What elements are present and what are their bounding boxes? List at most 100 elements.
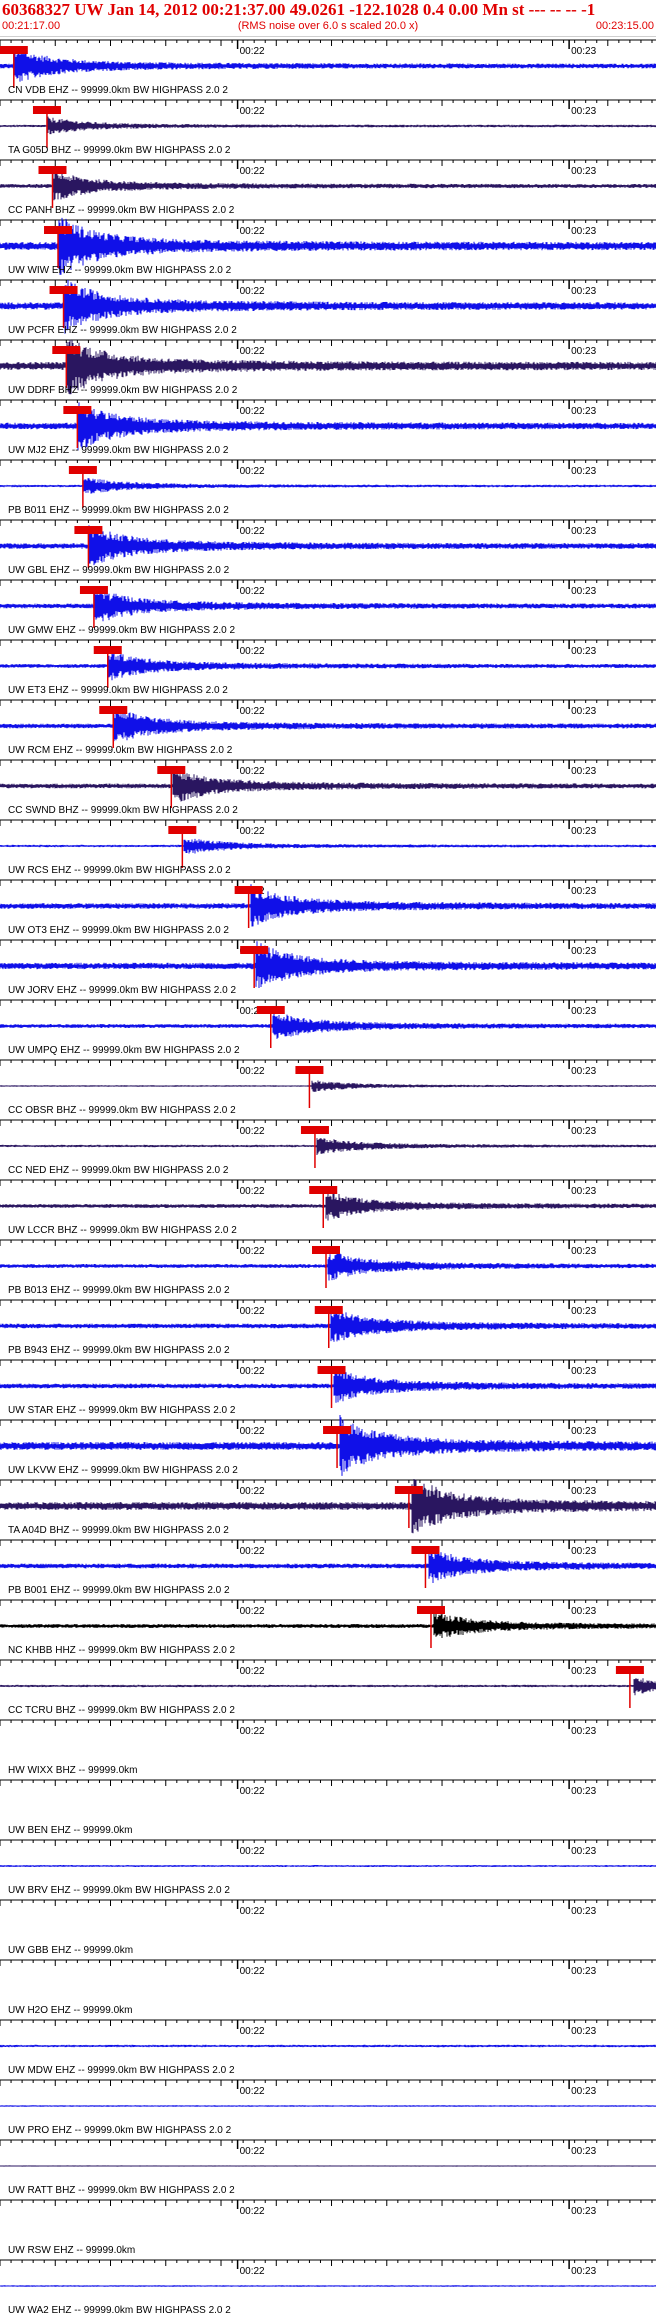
- trace-row: 00:22 00:23 UW MDW EHZ -- 99999.0km BW HIG…: [0, 2019, 656, 2076]
- pick-flag: [32, 106, 61, 114]
- trace-row: 00:22 00:23 UW RATT BHZ -- 99999.0km BW HI…: [0, 2139, 656, 2196]
- waveform: [0, 48, 656, 82]
- trace-row: 00:22 00:23 UW WA2 EHZ -- 99999.0km BW HIG…: [0, 2259, 656, 2316]
- station-label: UW UMPQ EHZ -- 99999.0km BW HIGHPASS 2.0…: [8, 1045, 240, 1056]
- minute-label: 00:22: [240, 2086, 265, 2097]
- trace-row: 00:22 00:23 UW DDRF BHZ -- 99999.0km BW HI…: [0, 339, 656, 396]
- trace-row: 00:22 00:23 UW RCS EHZ -- 99999.0km BW HIG…: [0, 819, 656, 876]
- trace-row: 00:22 00:23 UW GBB EHZ -- 99999.0km: [0, 1899, 656, 1956]
- minute-label: 00:22: [240, 1906, 265, 1917]
- waveform: [0, 116, 656, 135]
- trace-row: 00:22 00:23 UW WIW EHZ -- 99999.0km BW HIG…: [0, 217, 656, 276]
- pick-flag: [0, 46, 28, 54]
- minute-label: 00:22: [240, 406, 265, 417]
- trace-row: 00:22 00:23 UW PRO EHZ -- 99999.0km BW HIG…: [0, 2079, 656, 2136]
- waveform: [0, 767, 656, 802]
- minute-label: 00:23: [571, 226, 596, 237]
- station-label: PB B013 EHZ -- 99999.0km BW HIGHPASS 2.0…: [8, 1285, 230, 1296]
- minute-label: 00:23: [571, 1006, 596, 1017]
- minute-label: 00:23: [571, 766, 596, 777]
- minute-label: 00:22: [240, 1786, 265, 1797]
- pick-flag: [309, 1186, 338, 1194]
- pick-flag: [295, 1066, 324, 1074]
- trace-row: 00:22 00:23 HW WIXX BHZ -- 99999.0km: [0, 1719, 656, 1776]
- trace-row: 00:22 00:23 UW BRV EHZ -- 99999.0km BW HIG…: [0, 1839, 656, 1896]
- trace-row: 00:22 00:23 PB B011 EHZ -- 99999.0km BW HI…: [0, 459, 656, 516]
- station-label: UW DDRF BHZ -- 99999.0km BW HIGHPASS 2.0…: [8, 385, 238, 396]
- trace-row: 00:22 00:23 UW PCFR EHZ -- 99999.0km BW HI…: [0, 279, 656, 336]
- minute-label: 00:23: [571, 1366, 596, 1377]
- minute-label: 00:23: [571, 946, 596, 957]
- station-label: TA A04D BHZ -- 99999.0km BW HIGHPASS 2.0…: [8, 1525, 229, 1536]
- pick-flag: [411, 1546, 440, 1554]
- trace-row: 00:22 00:23 CN VDB EHZ -- 99999.0km BW HIG…: [0, 39, 656, 96]
- trace-row: 00:22 00:23 TA G05D BHZ -- 99999.0km BW HI…: [0, 99, 656, 156]
- minute-label: 00:23: [571, 106, 596, 117]
- minute-label: 00:23: [571, 2206, 596, 2217]
- station-label: UW PCFR EHZ -- 99999.0km BW HIGHPASS 2.0…: [8, 325, 237, 336]
- trace-row: 00:2200:23UW JORV EHZ -- 99999.0km BW HI…: [0, 939, 656, 996]
- minute-label: 00:22: [240, 1366, 265, 1377]
- station-label: UW GMW EHZ -- 99999.0km BW HIGHPASS 2.0 …: [8, 625, 236, 636]
- minute-label: 00:22: [240, 526, 265, 537]
- pick-flag: [93, 646, 122, 654]
- minute-label: 00:22: [240, 586, 265, 597]
- plot-header: 60368327 UW Jan 14, 2012 00:21:37.00 49.…: [0, 0, 656, 37]
- minute-label: 00:22: [240, 706, 265, 717]
- trace-row: 00:22 00:23UW UMPQ EHZ -- 99999.0km BW HI…: [0, 999, 656, 1056]
- station-label: CC SWND BHZ -- 99999.0km BW HIGHPASS 2.0…: [8, 805, 238, 816]
- pick-flag: [317, 1366, 346, 1374]
- pick-flag: [416, 1606, 445, 1614]
- minute-label: 00:23: [571, 586, 596, 597]
- trace-row: 00:22 00:23 NC KHBB HHZ -- 99999.0km BW HI…: [0, 1599, 656, 1656]
- minute-label: 00:23: [571, 1786, 596, 1797]
- waveform: [0, 1138, 656, 1155]
- pick-flag: [615, 1666, 644, 1674]
- pick-flag: [300, 1126, 329, 1134]
- station-label: UW LKVW EHZ -- 99999.0km BW HIGHPASS 2.0…: [8, 1465, 238, 1476]
- minute-label: 00:23: [571, 2086, 596, 2097]
- minute-label: 00:22: [240, 1066, 265, 1077]
- minute-label: 00:22: [240, 226, 265, 237]
- minute-label: 00:22: [240, 1126, 265, 1137]
- pick-flag: [157, 766, 186, 774]
- station-label: PB B011 EHZ -- 99999.0km BW HIGHPASS 2.0…: [8, 505, 229, 516]
- minute-label: 00:23: [571, 1306, 596, 1317]
- station-label: UW LCCR BHZ -- 99999.0km BW HIGHPASS 2.0…: [8, 1225, 237, 1236]
- waveform: [0, 1678, 656, 1696]
- minute-label: 00:22: [240, 1486, 265, 1497]
- station-label: UW RCS EHZ -- 99999.0km BW HIGHPASS 2.0 …: [8, 865, 231, 876]
- pick-flag: [394, 1486, 423, 1494]
- station-label: NC KHBB HHZ -- 99999.0km BW HIGHPASS 2.0…: [8, 1645, 236, 1656]
- trace-row: 00:22 00:23 UW ET3 EHZ -- 99999.0km BW HIG…: [0, 639, 656, 696]
- trace-row: 00:22 00:23 UW RCM EHZ -- 99999.0km BW HIG…: [0, 699, 656, 756]
- minute-label: 00:22: [240, 1726, 265, 1737]
- station-label: UW WIW EHZ -- 99999.0km BW HIGHPASS 2.0 …: [8, 265, 232, 276]
- station-label: CC OBSR BHZ -- 99999.0km BW HIGHPASS 2.0…: [8, 1105, 236, 1116]
- minute-label: 00:23: [571, 2146, 596, 2157]
- pick-flag: [38, 166, 67, 174]
- trace-row: 00:22 00:23 PB B013 EHZ -- 99999.0km BW HI…: [0, 1239, 656, 1296]
- station-label: UW WA2 EHZ -- 99999.0km BW HIGHPASS 2.0 …: [8, 2305, 231, 2316]
- pick-flag: [168, 826, 197, 834]
- minute-label: 00:23: [571, 1726, 596, 1737]
- minute-label: 00:22: [240, 1426, 265, 1437]
- minute-label: 00:23: [571, 406, 596, 417]
- minute-label: 00:22: [240, 166, 265, 177]
- waveform: [0, 1011, 656, 1039]
- station-label: UW OT3 EHZ -- 99999.0km BW HIGHPASS 2.0 …: [8, 925, 229, 936]
- station-label: UW STAR EHZ -- 99999.0km BW HIGHPASS 2.0…: [8, 1405, 236, 1416]
- trace-row: 00:22 00:23 CC NED EHZ -- 99999.0km BW HIG…: [0, 1119, 656, 1176]
- trace-row: 00:22 00:23 CC OBSR BHZ -- 99999.0km BW HI…: [0, 1059, 656, 1116]
- trace-row: 00:2200:23UW OT3 EHZ -- 99999.0km BW HIG…: [0, 879, 656, 936]
- minute-label: 00:22: [240, 346, 265, 357]
- trace-row: 00:22 00:23 UW LKVW EHZ -- 99999.0km BW HI…: [0, 1415, 656, 1476]
- minute-label: 00:23: [571, 286, 596, 297]
- minute-label: 00:23: [571, 1486, 596, 1497]
- trace-row: 00:22 00:23 UW LCCR BHZ -- 99999.0km BW HI…: [0, 1179, 656, 1236]
- station-label: UW RATT BHZ -- 99999.0km BW HIGHPASS 2.0…: [8, 2185, 235, 2196]
- trace-row: 00:22 00:23 UW MJ2 EHZ -- 99999.0km BW HIG…: [0, 399, 656, 456]
- minute-label: 00:23: [571, 1846, 596, 1857]
- station-label: UW MJ2 EHZ -- 99999.0km BW HIGHPASS 2.0 …: [8, 445, 229, 456]
- station-label: UW BEN EHZ -- 99999.0km: [8, 1825, 132, 1836]
